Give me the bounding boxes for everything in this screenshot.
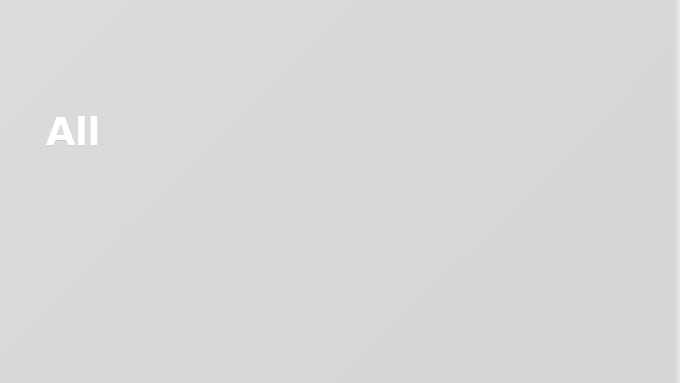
slide-canvas: All — [0, 0, 680, 383]
slide-headline: All — [46, 110, 100, 154]
slide-right-edge — [674, 0, 680, 383]
